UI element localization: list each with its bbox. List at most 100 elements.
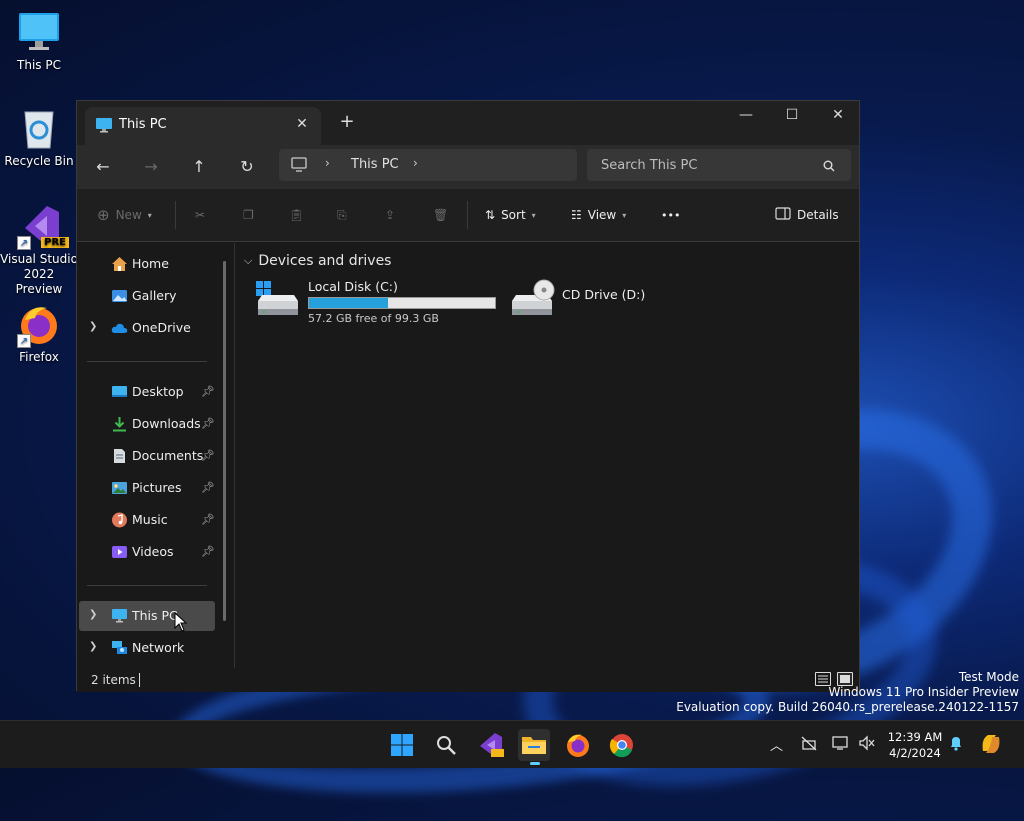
sidebar-item-music[interactable]: Music 📌︎ [79,505,215,535]
chevron-down-icon: ▾ [622,210,627,220]
pin-icon[interactable]: 📌︎ [201,545,215,558]
sidebar-divider [87,585,207,586]
taskbar-clock[interactable]: 12:39 AM 4/2/2024 [884,729,946,761]
sidebar-item-this-pc[interactable]: ❯ This PC [79,601,215,631]
desktop-folder-icon [111,384,128,400]
bell-icon [948,737,964,755]
details-pane-button[interactable]: Details [775,203,839,227]
plus-icon: + [339,111,355,132]
chevron-down-icon: ⌵ [244,254,253,267]
breadcrumb-this-pc[interactable]: This PC [351,157,399,172]
delete-button[interactable]: 🗑︎ [433,203,448,227]
chevron-down-icon: ▾ [531,210,536,220]
watermark-line: Windows 11 Pro Insider Preview [828,685,1019,699]
visual-studio-icon [474,733,506,765]
pin-icon[interactable]: 📌︎ [201,417,215,430]
sidebar-scrollbar[interactable] [223,261,226,621]
watermark-line: Test Mode [958,670,1019,684]
sidebar-item-home[interactable]: Home [79,249,215,279]
clock-time: 12:39 AM [887,730,943,744]
drive-local-disk-c[interactable]: Local Disk (C:) 57.2 GB free of 99.3 GB [256,279,500,325]
drive-cd-d[interactable]: CD Drive (D:) [510,279,670,325]
music-icon [111,512,128,528]
taskbar-firefox[interactable] [562,729,594,761]
command-separator [175,201,176,229]
sidebar-item-label: Music [132,512,168,527]
sort-button[interactable]: ⇅ Sort ▾ [485,203,536,227]
pin-icon[interactable]: 📌︎ [201,385,215,398]
pin-icon[interactable]: 📌︎ [201,513,215,526]
taskbar: ︿ 12:39 AM 4/2/2024 [0,720,1024,768]
share-button[interactable]: ⇪ [385,203,395,227]
command-separator [467,201,468,229]
sidebar-item-videos[interactable]: Videos 📌︎ [79,537,215,567]
chevron-right-icon[interactable]: ❯ [89,641,97,652]
copilot-button[interactable] [978,731,1004,761]
rename-button[interactable]: ⎘ [337,203,347,227]
start-button[interactable] [386,729,418,761]
volume-tray-button[interactable] [858,735,876,755]
status-separator [139,673,140,687]
monitor-icon [17,10,61,54]
up-button[interactable]: ↑ [183,151,215,183]
sidebar-item-desktop[interactable]: Desktop 📌︎ [79,377,215,407]
desktop-icon-this-pc[interactable]: This PC [0,10,78,72]
arrow-up-icon: ↑ [192,157,206,176]
sidebar-item-gallery[interactable]: Gallery [79,281,215,311]
refresh-button[interactable]: ↻ [231,151,263,183]
sidebar-item-label: Gallery [132,288,177,303]
view-button[interactable]: ☷ View ▾ [571,203,626,227]
sidebar-item-downloads[interactable]: Downloads 📌︎ [79,409,215,439]
maximize-button[interactable]: ☐ [769,101,815,131]
sidebar-item-documents[interactable]: Documents 📌︎ [79,441,215,471]
sidebar-item-label: This PC [132,608,178,623]
desktop-icon-recycle-bin[interactable]: Recycle Bin [0,106,78,168]
tab-title: This PC [119,117,167,132]
taskbar-search-button[interactable] [430,729,462,761]
show-hidden-icons-button[interactable]: ︿ [770,735,783,754]
sidebar-item-label: Documents [132,448,204,463]
monitor-icon [95,117,113,137]
close-tab-button[interactable]: ✕ [291,113,313,135]
taskbar-chrome[interactable] [606,729,638,761]
taskbar-visual-studio[interactable] [474,729,506,761]
minimize-button[interactable]: — [723,101,769,131]
copy-button[interactable]: ❐ [243,203,254,227]
more-options-button[interactable]: ••• [661,203,680,227]
new-button[interactable]: ⊕ New ▾ [97,203,152,227]
gallery-icon [111,288,128,304]
tab-this-pc[interactable]: This PC ✕ [85,107,321,145]
sidebar-item-label: OneDrive [132,320,191,335]
desktop-icon-visual-studio[interactable]: PRE ↗ Visual Studio 2022 Preview [0,204,78,297]
taskbar-file-explorer[interactable] [518,729,550,765]
chevron-right-icon[interactable]: ❯ [89,321,97,332]
sidebar-item-pictures[interactable]: Pictures 📌︎ [79,473,215,503]
pin-icon[interactable]: 📌︎ [201,449,215,462]
display-tray-button[interactable] [832,735,850,755]
new-tab-button[interactable]: + [335,111,359,135]
network-tray-button[interactable] [800,735,818,755]
chevron-right-icon[interactable]: › [413,156,418,170]
desktop-icon-firefox[interactable]: ↗ Firefox [0,302,78,364]
chevron-right-icon[interactable]: ❯ [89,609,97,620]
search-input[interactable] [587,149,851,181]
copilot-icon [978,735,1004,761]
paste-button[interactable]: 📋︎ [289,203,304,227]
navigation-pane: Home Gallery ❯ OneDrive Desktop 📌︎ Downl… [77,243,235,668]
forward-button[interactable]: → [135,151,167,183]
sidebar-item-label: Network [132,640,185,655]
sidebar-item-onedrive[interactable]: ❯ OneDrive [79,313,215,343]
pin-icon[interactable]: 📌︎ [201,481,215,494]
shortcut-arrow-icon: ↗ [17,334,31,348]
close-window-button[interactable]: ✕ [815,101,861,131]
group-header[interactable]: ⌵ Devices and drives [244,253,391,269]
cut-button[interactable]: ✂ [195,203,205,227]
details-button-label: Details [797,208,839,222]
monitor-outline-icon [291,157,307,176]
maximize-icon: ☐ [785,107,799,123]
notifications-button[interactable] [948,735,964,755]
address-field[interactable]: › This PC › [279,149,577,181]
back-button[interactable]: ← [87,151,119,183]
sidebar-item-network[interactable]: ❯ Network [79,633,215,663]
cd-drive-icon [510,279,556,323]
